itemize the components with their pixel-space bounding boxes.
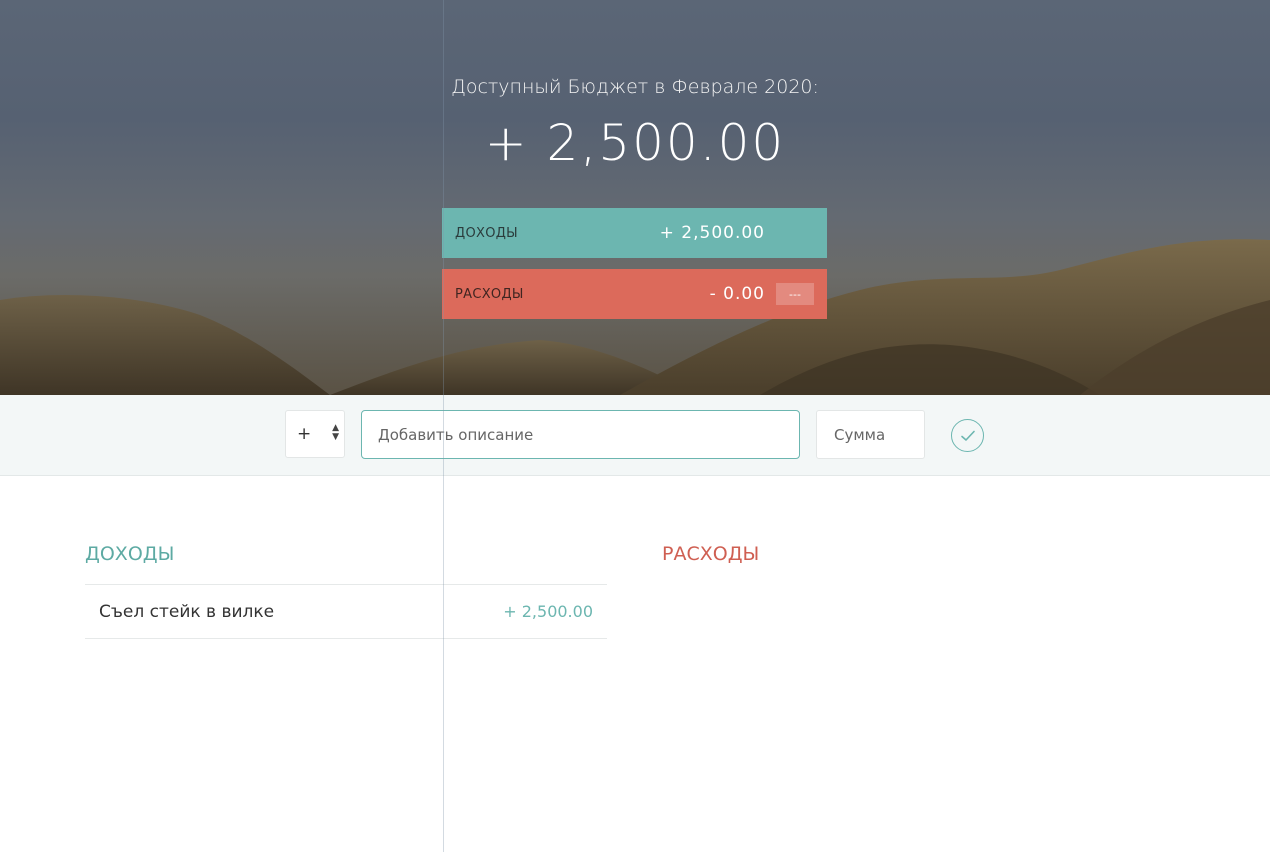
expenses-summary: Расходы - 0.00 --- [442, 269, 827, 319]
expenses-summary-value: - 0.00 [709, 284, 765, 304]
checkmark-circle-icon [960, 430, 975, 441]
add-item-bar: + ▲ ▼ [0, 395, 1270, 476]
budget-total: + 2,500.00 [484, 114, 786, 172]
confirm-button[interactable] [951, 419, 984, 452]
income-list-title: Доходы [85, 543, 175, 565]
type-select[interactable]: + ▲ ▼ [285, 410, 345, 458]
select-arrows-icon: ▲ ▼ [332, 423, 339, 442]
expenses-summary-label: Расходы [455, 286, 524, 302]
list-item[interactable]: Съел стейк в вилке + 2,500.00 [85, 585, 607, 639]
income-list: Съел стейк в вилке + 2,500.00 [85, 584, 607, 639]
item-description: Съел стейк в вилке [99, 601, 275, 622]
income-summary-value: + 2,500.00 [659, 223, 765, 243]
hills-background-image [0, 239, 1270, 395]
income-summary: Доходы + 2,500.00 [442, 208, 827, 258]
type-select-value: + [297, 424, 312, 444]
amount-input[interactable] [816, 410, 925, 459]
item-value: + 2,500.00 [503, 602, 593, 621]
vertical-guide-line [443, 0, 444, 852]
income-summary-label: Доходы [455, 225, 518, 241]
expenses-list-title: Расходы [662, 543, 760, 565]
expenses-percentage-badge: --- [776, 283, 814, 305]
budget-title: Доступный Бюджет в Феврале 2020: [451, 76, 819, 98]
description-input[interactable] [361, 410, 800, 459]
budget-header: Доступный Бюджет в Феврале 2020: + 2,500… [0, 0, 1270, 395]
